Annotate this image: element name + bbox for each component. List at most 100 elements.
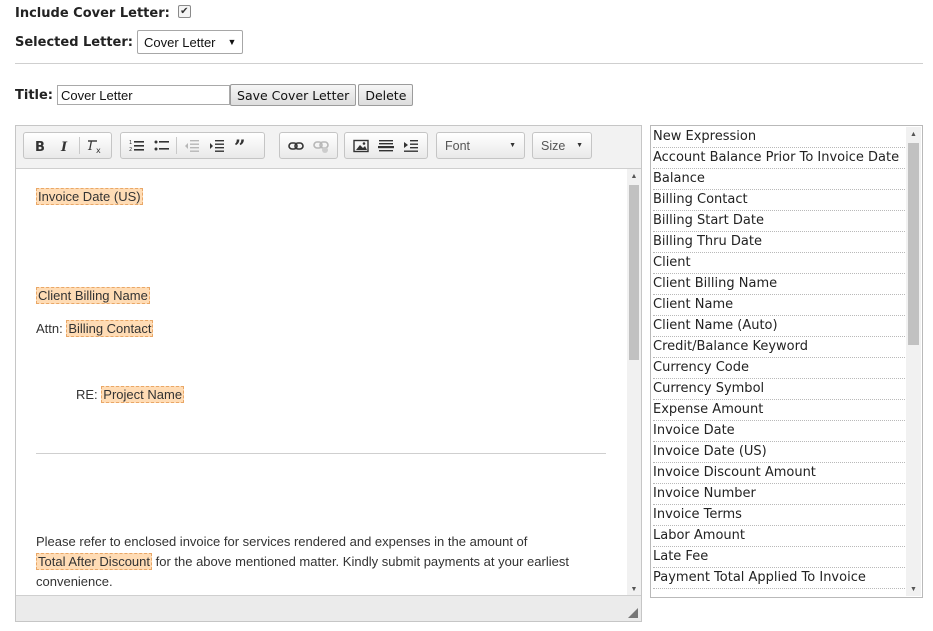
link-button[interactable] (283, 133, 308, 158)
re-prefix: RE: (76, 387, 102, 402)
expression-item[interactable]: Account Balance Prior To Invoice Date (653, 148, 905, 169)
unlink-button[interactable] (308, 133, 333, 158)
resize-grip-icon[interactable] (628, 608, 638, 618)
toolbar-separator (79, 137, 80, 154)
selected-letter-select[interactable]: Cover Letter ▼ (136, 30, 244, 54)
expression-item[interactable]: Client Billing Name (653, 274, 905, 295)
italic-button[interactable]: I (52, 133, 77, 158)
placeholder-project-name[interactable]: Project Name (101, 386, 185, 403)
blockquote-button[interactable]: ” (229, 133, 254, 158)
editor-scrollbar[interactable]: ▲ ▼ (627, 169, 641, 596)
re-line: RE: Project Name (76, 386, 185, 403)
placeholder-billing-contact[interactable]: Billing Contact (66, 320, 154, 337)
placeholder-client-billing-name[interactable]: Client Billing Name (36, 287, 150, 304)
expression-items: New Expression Account Balance Prior To I… (653, 127, 905, 589)
scroll-down-icon[interactable]: ▼ (627, 582, 641, 596)
expression-item[interactable]: Labor Amount (653, 526, 905, 547)
rich-text-editor: B I Ix 12 ” Font ▼ Size ▼ Invoice Date (… (15, 125, 642, 622)
expression-item[interactable]: Currency Code (653, 358, 905, 379)
svg-text:x: x (96, 146, 101, 154)
numbered-list-icon: 12 (129, 140, 144, 153)
list-indent-group: 12 ” (120, 132, 265, 159)
expression-list-scrollbar-thumb[interactable] (908, 143, 919, 345)
link-group (279, 132, 338, 159)
toolbar-separator (176, 137, 177, 154)
expression-item[interactable]: Payment Total Applied To Invoice (653, 568, 905, 589)
bulleted-list-button[interactable] (149, 133, 174, 158)
bold-button[interactable]: B (27, 133, 52, 158)
placeholder-total-after-discount[interactable]: Total After Discount (36, 553, 152, 570)
placeholder-invoice-date[interactable]: Invoice Date (US) (36, 188, 143, 205)
expression-list[interactable]: New Expression Account Balance Prior To I… (650, 125, 923, 598)
font-dropdown[interactable]: Font ▼ (436, 132, 525, 159)
delete-button[interactable]: Delete (358, 84, 414, 106)
svg-text:1: 1 (129, 140, 132, 146)
scroll-up-icon[interactable]: ▲ (906, 127, 921, 141)
size-dropdown[interactable]: Size ▼ (532, 132, 592, 159)
numbered-list-button[interactable]: 12 (124, 133, 149, 158)
include-cover-letter-checkbox[interactable]: ✔ (177, 4, 191, 18)
include-cover-letter-row: Include Cover Letter: ✔ (15, 4, 191, 22)
svg-text:B: B (35, 140, 45, 153)
editor-scrollbar-thumb[interactable] (629, 185, 639, 360)
save-cover-letter-button[interactable]: Save Cover Letter (230, 84, 357, 106)
expression-item[interactable]: Invoice Discount Amount (653, 463, 905, 484)
expression-item[interactable]: Credit/Balance Keyword (653, 337, 905, 358)
increase-indent-button[interactable] (204, 133, 229, 158)
title-input[interactable]: Cover Letter (57, 85, 231, 105)
dropdown-arrow-icon: ▼ (576, 142, 583, 149)
expression-item[interactable]: Client Name (653, 295, 905, 316)
editor-status-bar (16, 595, 641, 621)
client-billing-name-line: Client Billing Name (36, 287, 150, 304)
expression-item[interactable]: Client (653, 253, 905, 274)
expression-item[interactable]: Expense Amount (653, 400, 905, 421)
expression-item[interactable]: Billing Start Date (653, 211, 905, 232)
blockquote-icon: ” (234, 139, 246, 153)
paragraph-line-2: Total After Discount for the above menti… (36, 553, 569, 570)
svg-text:2: 2 (129, 147, 132, 153)
expression-item[interactable]: Balance (653, 169, 905, 190)
scroll-up-icon[interactable]: ▲ (627, 169, 641, 183)
insert-expression-button[interactable] (398, 133, 423, 158)
bulleted-list-icon (154, 140, 169, 150)
decrease-indent-button[interactable] (179, 133, 204, 158)
expression-item[interactable]: Currency Symbol (653, 379, 905, 400)
expression-item[interactable]: Client Name (Auto) (653, 316, 905, 337)
expression-item[interactable]: Billing Contact (653, 190, 905, 211)
horizontal-line-icon (377, 139, 394, 151)
dropdown-arrow-icon: ▼ (227, 37, 237, 47)
increase-indent-icon (209, 139, 224, 152)
scroll-down-icon[interactable]: ▼ (906, 582, 921, 596)
remove-format-button[interactable]: Ix (82, 133, 107, 158)
bold-icon: B (35, 140, 45, 153)
selected-letter-value: Cover Letter (143, 34, 216, 50)
content-horizontal-rule (36, 453, 606, 454)
font-dropdown-label: Font (445, 138, 471, 153)
svg-text:I: I (60, 140, 68, 153)
expression-item[interactable]: Invoice Terms (653, 505, 905, 526)
editor-content[interactable]: Invoice Date (US) Client Billing Name At… (16, 169, 626, 596)
size-dropdown-label: Size (541, 138, 566, 153)
expression-item[interactable]: New Expression (653, 127, 905, 148)
invoice-date-line: Invoice Date (US) (36, 188, 143, 205)
attn-line: Attn: Billing Contact (36, 320, 154, 337)
attn-prefix: Attn: (36, 321, 67, 336)
form-divider (15, 63, 923, 64)
dropdown-arrow-icon: ▼ (509, 142, 516, 149)
paragraph-line-2-text: for the above mentioned matter. Kindly s… (152, 554, 569, 569)
image-icon (352, 139, 369, 152)
paragraph-line-3: convenience. (36, 574, 113, 589)
paragraph-line-1: Please refer to enclosed invoice for ser… (36, 534, 528, 549)
title-row: Title: Cover Letter Save Cover Letter De… (15, 84, 414, 106)
expression-item[interactable]: Billing Thru Date (653, 232, 905, 253)
expression-item[interactable]: Invoice Date (US) (653, 442, 905, 463)
horizontal-line-button[interactable] (373, 133, 398, 158)
remove-format-icon: Ix (87, 139, 101, 154)
expression-item[interactable]: Late Fee (653, 547, 905, 568)
unlink-icon (312, 140, 329, 153)
editor-toolbar: B I Ix 12 ” Font ▼ Size ▼ (16, 126, 641, 169)
expression-list-scrollbar[interactable]: ▲ ▼ (906, 127, 921, 596)
insert-image-button[interactable] (348, 133, 373, 158)
expression-item[interactable]: Invoice Number (653, 484, 905, 505)
expression-item[interactable]: Invoice Date (653, 421, 905, 442)
